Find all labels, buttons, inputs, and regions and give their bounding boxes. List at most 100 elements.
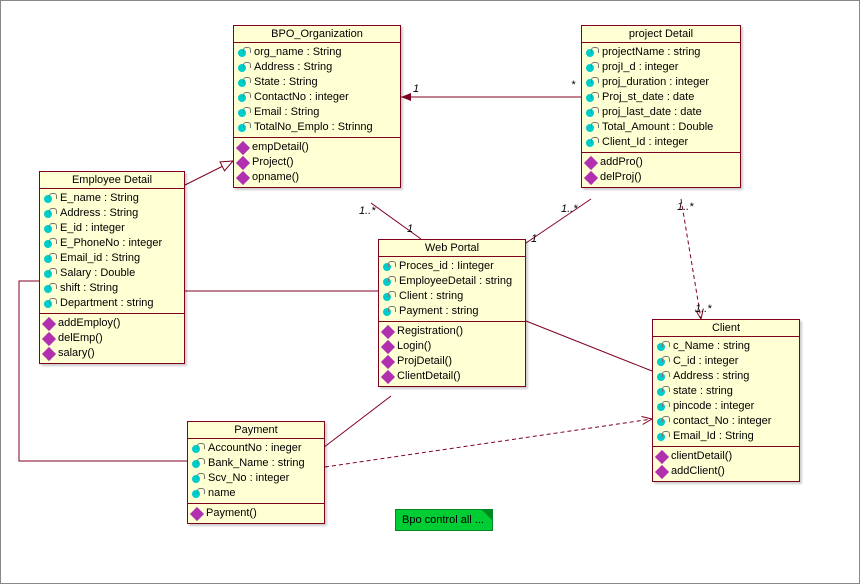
op-icon <box>236 140 250 154</box>
mult-1-a: 1 <box>407 223 413 235</box>
attr-icon <box>238 122 252 134</box>
class-title: Client <box>653 320 799 337</box>
attr-icon <box>44 193 58 205</box>
class-bpo[interactable]: BPO_Organization org_name : String Addre… <box>233 25 401 188</box>
attr: Email : String <box>254 105 319 120</box>
class-title: Web Portal <box>379 240 525 257</box>
attr: Bank_Name : string <box>208 456 305 471</box>
ops: addPro() delProj() <box>582 153 740 187</box>
attr-icon <box>238 92 252 104</box>
op-icon <box>190 506 204 520</box>
attr-icon <box>586 137 600 149</box>
op: addPro() <box>600 155 643 170</box>
op-icon <box>236 170 250 184</box>
attr: Client : string <box>399 289 463 304</box>
attr-icon <box>586 62 600 74</box>
attr-icon <box>238 77 252 89</box>
attr-icon <box>192 443 206 455</box>
attrs: E_name : String Address : String E_id : … <box>40 189 184 314</box>
attr-icon <box>657 431 671 443</box>
attr: Proj_st_date : date <box>602 90 694 105</box>
class-title: Payment <box>188 422 324 439</box>
attr: proj_last_date : date <box>602 105 702 120</box>
class-webportal[interactable]: Web Portal Proces_id : Iinteger Employee… <box>378 239 526 387</box>
attr-icon <box>192 473 206 485</box>
op-icon <box>42 316 56 330</box>
attr-icon <box>383 291 397 303</box>
attr: TotalNo_Emplo : Strinng <box>254 120 373 135</box>
mult-1-b: 1 <box>531 233 537 245</box>
op: Project() <box>252 155 294 170</box>
attr: Salary : Double <box>60 266 135 281</box>
attr-icon <box>238 47 252 59</box>
attr: Total_Amount : Double <box>602 120 713 135</box>
op-icon <box>584 170 598 184</box>
attr-icon <box>44 208 58 220</box>
attr-icon <box>44 268 58 280</box>
attr: C_id : integer <box>673 354 738 369</box>
attr-icon <box>44 238 58 250</box>
op: ProjDetail() <box>397 354 452 369</box>
op: delProj() <box>600 170 642 185</box>
op-icon <box>655 449 669 463</box>
op: Payment() <box>206 506 257 521</box>
attr: Client_Id : integer <box>602 135 688 150</box>
attr: Address : String <box>60 206 138 221</box>
op: addClient() <box>671 464 725 479</box>
op: addEmploy() <box>58 316 120 331</box>
attr: AccountNo : ineger <box>208 441 302 456</box>
attrs: AccountNo : ineger Bank_Name : string Sc… <box>188 439 324 504</box>
attr-icon <box>192 488 206 500</box>
attr-icon <box>586 92 600 104</box>
attr: contact_No : integer <box>673 414 771 429</box>
op: empDetail() <box>252 140 309 155</box>
diagram-note[interactable]: Bpo control all ... <box>395 509 493 531</box>
attr-icon <box>657 341 671 353</box>
ops: clientDetail() addClient() <box>653 447 799 481</box>
mult-one: 1 <box>413 83 419 95</box>
op-icon <box>381 354 395 368</box>
attr-icon <box>238 62 252 74</box>
op-icon <box>381 369 395 383</box>
attr: E_id : integer <box>60 221 125 236</box>
mult-1s-b: 1..* <box>561 203 578 215</box>
attrs: c_Name : string C_id : integer Address :… <box>653 337 799 447</box>
attr: projectName : string <box>602 45 700 60</box>
attr-icon <box>44 283 58 295</box>
ops: Payment() <box>188 504 324 523</box>
attr: E_name : String <box>60 191 139 206</box>
class-title: BPO_Organization <box>234 26 400 43</box>
attr-icon <box>383 261 397 273</box>
attr-icon <box>238 107 252 119</box>
op-icon <box>381 339 395 353</box>
class-client[interactable]: Client c_Name : string C_id : integer Ad… <box>652 319 800 482</box>
attr-icon <box>586 107 600 119</box>
attr-icon <box>586 122 600 134</box>
class-employee[interactable]: Employee Detail E_name : String Address … <box>39 171 185 364</box>
attr: projI_d : integer <box>602 60 678 75</box>
class-title: Employee Detail <box>40 172 184 189</box>
mult-star: * <box>571 79 575 91</box>
op: salary() <box>58 346 95 361</box>
attr: proj_duration : integer <box>602 75 709 90</box>
attr-icon <box>383 276 397 288</box>
class-payment[interactable]: Payment AccountNo : ineger Bank_Name : s… <box>187 421 325 524</box>
attr-icon <box>586 77 600 89</box>
attr: State : String <box>254 75 318 90</box>
attr: Proces_id : Iinteger <box>399 259 494 274</box>
attr: Address : String <box>254 60 332 75</box>
class-title: project Detail <box>582 26 740 43</box>
attrs: projectName : string projI_d : integer p… <box>582 43 740 153</box>
op: ClientDetail() <box>397 369 461 384</box>
attr-icon <box>657 371 671 383</box>
attr-icon <box>44 223 58 235</box>
op-icon <box>381 324 395 338</box>
op: opname() <box>252 170 299 185</box>
op-icon <box>584 155 598 169</box>
attr-icon <box>383 306 397 318</box>
ops: addEmploy() delEmp() salary() <box>40 314 184 363</box>
class-project[interactable]: project Detail projectName : string proj… <box>581 25 741 188</box>
op: clientDetail() <box>671 449 732 464</box>
attr: state : string <box>673 384 733 399</box>
attr: Email_id : String <box>60 251 140 266</box>
